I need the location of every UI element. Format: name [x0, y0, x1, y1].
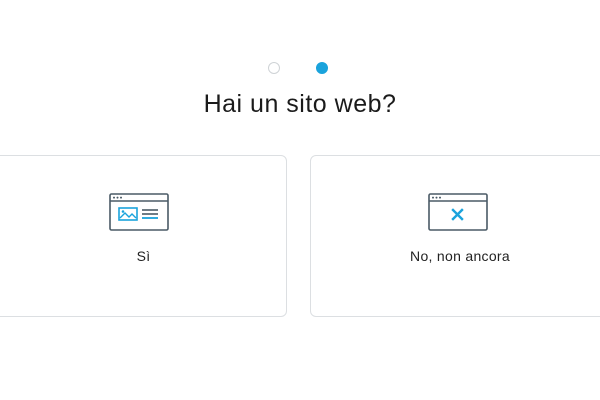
- step-dot-2-active[interactable]: [316, 62, 328, 74]
- onboarding-page: Hai un sito web? Sì No, non ancora: [0, 0, 600, 400]
- website-x-icon: [428, 193, 488, 231]
- option-no-label: No, non ancora: [410, 248, 510, 264]
- website-icon: [109, 193, 169, 231]
- step-dot-1[interactable]: [268, 62, 280, 74]
- option-yes-label: Sì: [136, 248, 151, 264]
- option-no-card[interactable]: No, non ancora: [310, 155, 600, 317]
- option-yes-card[interactable]: Sì: [0, 155, 287, 317]
- step-indicator: [0, 62, 600, 76]
- page-title: Hai un sito web?: [203, 90, 397, 118]
